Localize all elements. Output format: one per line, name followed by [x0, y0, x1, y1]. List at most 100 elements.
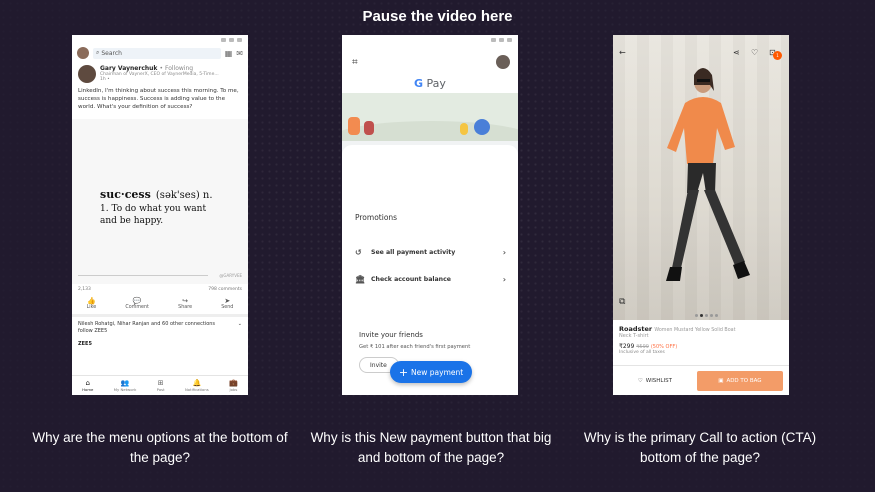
briefcase-icon: 💼 — [229, 379, 238, 387]
fashion-product-screenshot: ← ⋖ ♡ ⊡ 1 ⧉ Roadster Women Mustard Yello… — [613, 35, 789, 395]
avatar[interactable] — [496, 55, 510, 69]
avatar[interactable] — [77, 47, 89, 59]
nav-label: Notifications — [184, 387, 209, 392]
action-bar: ♡ WISHLIST ▣ ADD TO BAG — [613, 365, 789, 395]
like-button[interactable]: 👍 Like — [87, 297, 97, 310]
share-label: Share — [178, 305, 193, 311]
nav-my-network[interactable]: 👥 My Network — [114, 379, 137, 392]
network-icon: 👥 — [120, 379, 130, 387]
dict-word: suc·cess — [100, 188, 151, 202]
nav-notifications[interactable]: 🔔 Notifications — [185, 379, 209, 392]
nav-home[interactable]: ⌂ Home — [82, 379, 93, 392]
company-name[interactable]: ZEE5 — [72, 339, 248, 349]
wishlist-button[interactable]: ♡ WISHLIST — [619, 371, 691, 391]
post-text: LinkedIn, I'm thinking about success thi… — [78, 88, 239, 111]
model-figure — [666, 68, 750, 281]
add-to-bag-button[interactable]: ▣ ADD TO BAG — [696, 370, 783, 391]
google-pay-screenshot: ⌗ G Pay Promotions ↺ See all payment act… — [342, 35, 518, 395]
slide-title: Pause the video here — [362, 8, 513, 25]
comment-button[interactable]: 💬 Comment — [125, 297, 149, 310]
cart-count-badge: 1 — [773, 51, 782, 60]
bag-icon: ▣ — [718, 377, 724, 384]
tax-note: Inclusive of all taxes — [619, 350, 665, 355]
account-balance-row[interactable]: 🏛 Check account balance › — [355, 275, 506, 284]
status-bar — [342, 35, 518, 45]
new-payment-label: New payment — [411, 367, 464, 377]
nav-post[interactable]: ⊞ Post — [157, 379, 165, 392]
linkedin-header: ⌕ Search ▦ ✉ — [72, 45, 248, 61]
share-icon[interactable]: ⋖ — [733, 48, 740, 57]
send-label: Send — [221, 305, 234, 311]
row-label: Check account balance — [371, 276, 451, 283]
add-to-bag-label: ADD TO BAG — [726, 377, 762, 384]
comment-label: Comment — [125, 305, 149, 311]
logo-g: G — [414, 77, 424, 90]
search-input[interactable]: ⌕ Search — [93, 47, 221, 59]
divider — [78, 275, 208, 277]
reaction-count[interactable]: 2,133 — [78, 287, 91, 292]
comment-count[interactable]: 798 comments — [208, 287, 242, 292]
invite-title: Invite your friends — [359, 331, 423, 339]
qr-code-icon[interactable]: ▦ — [225, 49, 233, 58]
nav-label: My Network — [113, 387, 137, 392]
follow-status: • Following — [159, 65, 194, 72]
payment-activity-row[interactable]: ↺ See all payment activity › — [355, 248, 506, 257]
status-bar — [72, 35, 248, 45]
heart-icon[interactable]: ♡ — [751, 48, 758, 57]
chevron-right-icon: › — [502, 275, 506, 284]
chevron-down-icon[interactable]: ⌄ — [238, 321, 242, 335]
chevron-right-icon: › — [502, 248, 506, 257]
post-time: 1h • — [100, 77, 110, 82]
connections-notice: Nilesh Rohatgi, Nihar Ranjan and 60 othe… — [72, 317, 248, 339]
plus-icon: ⊞ — [157, 379, 164, 387]
product-image[interactable]: ← ⋖ ♡ ⊡ 1 ⧉ — [613, 35, 789, 320]
gpay-header: ⌗ G Pay — [342, 35, 518, 93]
bottom-nav: ⌂ Home 👥 My Network ⊞ Post 🔔 Notifications 💼… — [72, 375, 248, 395]
nav-label: Home — [82, 387, 94, 392]
author-avatar[interactable] — [78, 65, 96, 83]
section-title: Promotions — [355, 213, 398, 222]
product-description: Women Mustard Yellow Solid Boat — [654, 328, 736, 333]
invite-section: Invite your friends Get ₹ 101 after each… — [359, 331, 518, 350]
scan-icon[interactable]: ⌗ — [352, 57, 358, 68]
product-subtitle: Neck T-shirt — [619, 333, 649, 339]
author-name[interactable]: Gary Vaynerchuk — [100, 65, 157, 72]
author-title: Chairman of VaynerX, CEO of VaynerMedia,… — [100, 72, 219, 77]
search-placeholder: Search — [101, 49, 122, 57]
similar-icon[interactable]: ⧉ — [619, 297, 625, 307]
plus-icon: + — [398, 365, 409, 379]
row-label: See all payment activity — [371, 249, 456, 256]
new-payment-button[interactable]: + New payment — [390, 361, 472, 383]
post-actions: 👍 Like 💬 Comment ↪ Share ➤ Send — [72, 295, 248, 318]
image-pager — [695, 314, 718, 317]
logo-pay: Pay — [426, 77, 446, 90]
nav-label: Post — [156, 387, 165, 392]
bank-icon: 🏛 — [355, 275, 366, 284]
invite-subtitle: Get ₹ 101 after each friend's first paym… — [359, 344, 471, 350]
connections-text: Nilesh Rohatgi, Nihar Ranjan and 60 othe… — [78, 321, 216, 335]
linkedin-screenshot: ⌕ Search ▦ ✉ Gary Vaynerchuk • Following… — [72, 35, 248, 395]
heart-icon: ♡ — [637, 377, 643, 384]
share-button[interactable]: ↪ Share — [178, 297, 192, 310]
dictionary-definition: suc·cess (sək'ses) n. 1. To do what you … — [100, 183, 220, 227]
nav-jobs[interactable]: 💼 Jobs — [229, 379, 238, 392]
search-icon: ⌕ — [96, 49, 100, 56]
header-illustration — [342, 93, 518, 141]
caption-new-payment: Why is this New payment button that big … — [310, 430, 552, 465]
nav-label: Jobs — [229, 387, 238, 392]
history-icon: ↺ — [355, 248, 362, 257]
post-header: Gary Vaynerchuk • Following Chairman of … — [72, 61, 248, 83]
post-image[interactable]: suc·cess (sək'ses) n. 1. To do what you … — [72, 119, 248, 285]
back-arrow-icon[interactable]: ← — [619, 48, 626, 57]
price: ₹299 — [619, 343, 635, 350]
product-info: Roadster Women Mustard Yellow Solid Boat… — [613, 320, 789, 360]
caption-menu-options: Why are the menu options at the bottom o… — [32, 430, 288, 465]
caption-cta: Why is the primary Call to action (CTA) … — [583, 430, 817, 465]
dict-phonetic: (sək'ses) n. — [155, 190, 213, 202]
price-row: ₹299 ₹599 (50% OFF) — [619, 343, 783, 350]
messaging-icon[interactable]: ✉ — [236, 49, 243, 58]
bell-icon: 🔔 — [192, 379, 202, 387]
send-button[interactable]: ➤ Send — [221, 297, 233, 310]
post-stats: 2,133 798 comments — [72, 284, 248, 295]
brand-name[interactable]: Roadster — [619, 325, 652, 333]
